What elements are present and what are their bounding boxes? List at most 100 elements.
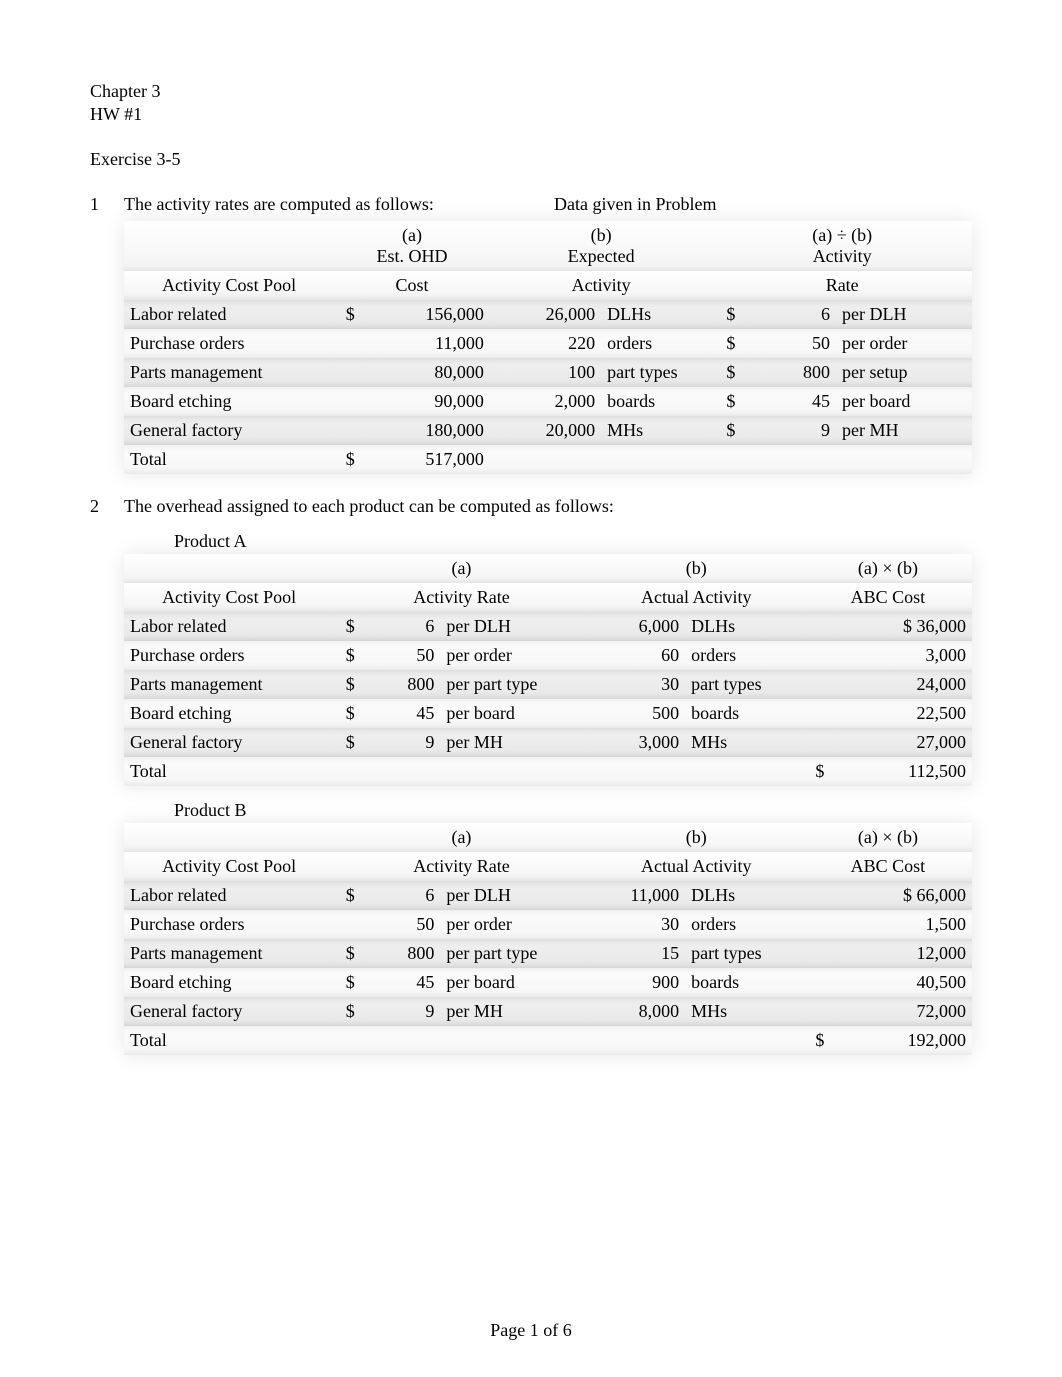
qty-cell: 60 (589, 641, 685, 670)
q1-activity-head: Activity (490, 271, 713, 300)
pool-cell: Purchase orders (124, 641, 334, 670)
rate-cell: 45 (749, 387, 836, 416)
unit-cell (685, 1026, 804, 1055)
pool-cell: Parts management (124, 670, 334, 699)
rate-cell: 800 (366, 939, 440, 968)
q1-lead: The activity rates are computed as follo… (124, 194, 434, 214)
cost-cell: $ 36,000 (836, 612, 972, 641)
pool-cell: Total (124, 445, 334, 474)
rate-unit-cell: per MH (440, 728, 588, 757)
question-1: 1 The activity rates are computed as fol… (90, 194, 972, 474)
table-row: Purchase orders11,000220orders$50per ord… (124, 329, 972, 358)
product-b-title: Product B (174, 800, 972, 821)
rate-unit-cell: per part type (440, 939, 588, 968)
cost-cell: 72,000 (836, 997, 972, 1026)
cost-currency-cell (804, 612, 836, 641)
qty-cell: 100 (490, 358, 601, 387)
rate-unit-cell: per MH (836, 416, 972, 445)
cost-currency-cell (804, 939, 836, 968)
product-b-table: (a) (b) (a) × (b) Activity Cost Pool Act… (124, 823, 972, 1055)
cost-currency-cell (804, 699, 836, 728)
pool-cell: Total (124, 757, 334, 786)
cost-cell: 517,000 (366, 445, 490, 474)
unit-cell (601, 445, 712, 474)
rate-unit-cell: per order (440, 910, 588, 939)
rate-cell: 9 (749, 416, 836, 445)
rate-unit-cell (440, 757, 588, 786)
table-row: Total$192,000 (124, 1026, 972, 1055)
rate-currency-cell: $ (712, 358, 749, 387)
unit-cell: MHs (685, 997, 804, 1026)
rate-cell: 800 (749, 358, 836, 387)
pb-col-c: (a) × (b) (804, 823, 972, 852)
rate-unit-cell: per order (440, 641, 588, 670)
cost-cell: 90,000 (366, 387, 490, 416)
unit-cell: orders (685, 910, 804, 939)
currency-cell: $ (334, 939, 366, 968)
qty-cell: 3,000 (589, 728, 685, 757)
cost-cell: 24,000 (836, 670, 972, 699)
table-row: General factory180,00020,000MHs$9per MH (124, 416, 972, 445)
rate-cell: 6 (366, 612, 440, 641)
pool-cell: General factory (124, 416, 334, 445)
rate-cell: 6 (749, 300, 836, 329)
currency-cell (334, 416, 366, 445)
table-row: General factory$9per MH8,000MHs72,000 (124, 997, 972, 1026)
qty-cell (589, 1026, 685, 1055)
pool-cell: Board etching (124, 968, 334, 997)
pool-cell: Total (124, 1026, 334, 1055)
cost-cell: 112,500 (836, 757, 972, 786)
product-a-table: (a) (b) (a) × (b) Activity Cost Pool Act… (124, 554, 972, 786)
cost-currency-cell (804, 641, 836, 670)
rate-currency-cell: $ (712, 300, 749, 329)
unit-cell: boards (685, 699, 804, 728)
cost-cell: 11,000 (366, 329, 490, 358)
pool-cell: Purchase orders (124, 329, 334, 358)
pb-col-a: (a) (334, 823, 589, 852)
qty-cell: 8,000 (589, 997, 685, 1026)
cost-cell: 156,000 (366, 300, 490, 329)
rate-unit-cell: per setup (836, 358, 972, 387)
unit-cell: DLHs (685, 881, 804, 910)
rate-unit-cell: per DLH (440, 612, 588, 641)
cost-cell: 192,000 (836, 1026, 972, 1055)
qty-cell: 6,000 (589, 612, 685, 641)
table-row: Purchase orders$50per order60orders3,000 (124, 641, 972, 670)
table-row: Labor related$156,00026,000DLHs$6per DLH (124, 300, 972, 329)
activity-rates-table: (a) Est. OHD (b) Expected (a) ÷ (b) Acti… (124, 221, 972, 474)
q1-b: (b) (496, 225, 707, 246)
pb-cost-head: ABC Cost (804, 852, 972, 881)
rate-cell: 800 (366, 670, 440, 699)
qty-cell: 11,000 (589, 881, 685, 910)
currency-cell: $ (334, 300, 366, 329)
pool-cell: Labor related (124, 612, 334, 641)
cost-currency-cell (804, 910, 836, 939)
qty-cell: 30 (589, 910, 685, 939)
currency-cell (334, 358, 366, 387)
unit-cell (685, 757, 804, 786)
table-row: Parts management$800per part type30part … (124, 670, 972, 699)
rate-cell: 45 (366, 699, 440, 728)
rate-cell: 50 (366, 910, 440, 939)
rate-unit-cell: per order (836, 329, 972, 358)
rate-unit-cell: per board (440, 968, 588, 997)
pa-act-head: Actual Activity (589, 583, 804, 612)
rate-unit-cell: per board (836, 387, 972, 416)
qty-cell (589, 757, 685, 786)
page: Chapter 3 HW #1 Exercise 3-5 1 The activ… (0, 0, 1062, 1377)
currency-cell (334, 757, 366, 786)
qty-cell: 900 (589, 968, 685, 997)
qty-cell: 15 (589, 939, 685, 968)
cost-cell: 80,000 (366, 358, 490, 387)
rate-currency-cell (712, 445, 749, 474)
rate-currency-cell: $ (712, 387, 749, 416)
currency-cell: $ (334, 445, 366, 474)
unit-cell: part types (685, 670, 804, 699)
q1-cost-head: Cost (334, 271, 490, 300)
q1-c: (a) ÷ (b) (718, 225, 966, 246)
pool-cell: General factory (124, 728, 334, 757)
unit-cell: boards (685, 968, 804, 997)
pb-col-b: (b) (589, 823, 804, 852)
rate-unit-cell: per DLH (836, 300, 972, 329)
rate-cell: 50 (749, 329, 836, 358)
